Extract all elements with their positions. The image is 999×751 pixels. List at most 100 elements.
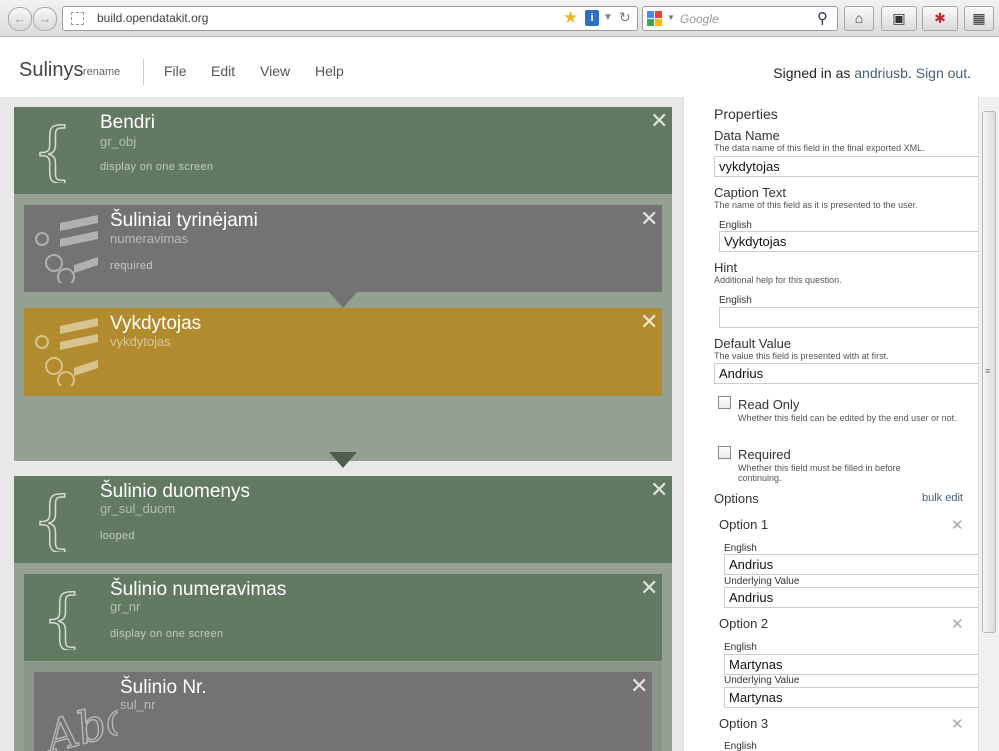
option-label: Option 3 bbox=[719, 716, 769, 731]
properties-heading: Properties bbox=[714, 106, 778, 122]
delete-icon[interactable]: ✕ bbox=[630, 675, 648, 697]
search-engine-dropdown-icon[interactable]: ▼ bbox=[667, 13, 675, 22]
username-link[interactable]: andriusb bbox=[854, 65, 908, 81]
info-icon[interactable]: i bbox=[585, 10, 599, 26]
address-bar[interactable]: build.opendatakit.org ★ i ▼ ↻ bbox=[62, 6, 638, 31]
option-value-field[interactable]: Martynas bbox=[724, 687, 978, 708]
options-label: Options bbox=[714, 491, 759, 506]
punctuation: . bbox=[907, 65, 912, 81]
card-data-name: gr_nr bbox=[110, 599, 141, 614]
caption-label: Caption Text bbox=[714, 185, 787, 200]
delete-icon[interactable]: ✕ bbox=[650, 479, 668, 501]
card-title: Bendri bbox=[100, 112, 155, 133]
browser-toolbar: ← → build.opendatakit.org ★ i ▼ ↻ ▼ Goog… bbox=[0, 0, 999, 37]
form-card[interactable]: { } Bendri gr_obj display on one screen … bbox=[14, 107, 672, 194]
form-card[interactable]: Šuliniai tyrinėjami numeravimas required… bbox=[24, 205, 662, 292]
option-value-field[interactable]: Andrius bbox=[724, 587, 978, 608]
punctuation: . bbox=[967, 65, 971, 81]
home-icon[interactable]: ⌂ bbox=[844, 6, 874, 31]
card-meta: display on one screen bbox=[100, 161, 214, 173]
card-title: Šuliniai tyrinėjami bbox=[110, 210, 258, 231]
svg-text:{ }: { } bbox=[32, 119, 90, 183]
delete-icon[interactable]: ✕ bbox=[640, 577, 658, 599]
required-checkbox[interactable] bbox=[718, 446, 731, 459]
chevron-down-icon[interactable]: ▼ bbox=[603, 12, 613, 23]
bulk-edit-link[interactable]: bulk edit bbox=[922, 492, 963, 504]
reload-icon[interactable]: ↻ bbox=[619, 9, 631, 26]
underlying-value-label: Underlying Value bbox=[724, 675, 800, 686]
svg-text:Abc: Abc bbox=[42, 692, 118, 751]
data-name-desc: The data name of this field in the final… bbox=[714, 143, 925, 153]
card-title: Vykdytojas bbox=[110, 313, 202, 334]
group-braces-icon: { } bbox=[31, 119, 90, 183]
form-card[interactable]: { } Šulinio duomenys gr_sul_duom looped … bbox=[14, 476, 672, 563]
menu-file[interactable]: File bbox=[164, 63, 187, 79]
workspace-scrollbar[interactable]: ≡ bbox=[683, 97, 684, 751]
delete-icon[interactable]: ✕ bbox=[650, 110, 668, 132]
search-icon[interactable]: ⚲ bbox=[817, 9, 828, 27]
option-label: Option 2 bbox=[719, 616, 769, 631]
remove-option-icon[interactable]: ✕ bbox=[951, 715, 964, 733]
hint-label: Hint bbox=[714, 260, 738, 275]
menu-icon[interactable]: ▦ bbox=[964, 6, 994, 31]
scrollbar-thumb[interactable]: ≡ bbox=[982, 111, 996, 633]
form-card[interactable]: { } Šulinio numeravimas gr_nr display on… bbox=[24, 574, 662, 661]
forward-button[interactable]: → bbox=[33, 7, 57, 31]
option-lang: English bbox=[724, 642, 757, 653]
form-workspace: { } Bendri gr_obj display on one screen … bbox=[0, 97, 684, 751]
default-value-desc: The value this field is presented with a… bbox=[714, 351, 889, 361]
addon-icon[interactable]: ✱ bbox=[922, 6, 958, 31]
read-only-checkbox[interactable] bbox=[718, 396, 731, 409]
signed-in-prefix: Signed in as bbox=[773, 65, 851, 81]
group-braces-icon: { } bbox=[31, 488, 90, 552]
menu-help[interactable]: Help bbox=[315, 63, 344, 79]
card-data-name: numeravimas bbox=[110, 231, 189, 246]
drop-indicator bbox=[329, 292, 357, 308]
read-only-desc: Whether this field can be edited by the … bbox=[738, 413, 957, 423]
default-value-label: Default Value bbox=[714, 336, 792, 351]
card-meta: display on one screen bbox=[110, 628, 224, 640]
menu-view[interactable]: View bbox=[260, 63, 290, 79]
search-bar[interactable]: ▼ Google ⚲ bbox=[642, 6, 838, 31]
sign-out-link[interactable]: Sign out bbox=[916, 65, 967, 81]
card-title: Šulinio numeravimas bbox=[110, 579, 287, 600]
account-status: Signed in as andriusb. Sign out. bbox=[773, 65, 971, 81]
caption-lang: English bbox=[719, 220, 752, 231]
caption-desc: The name of this field as it is presente… bbox=[714, 200, 918, 210]
select-question-icon bbox=[35, 215, 98, 283]
required-desc: Whether this field must be filled in bef… bbox=[738, 463, 901, 483]
rename-link[interactable]: rename bbox=[83, 66, 120, 78]
card-data-name: sul_nr bbox=[120, 697, 156, 712]
delete-icon[interactable]: ✕ bbox=[640, 208, 658, 230]
remove-option-icon[interactable]: ✕ bbox=[951, 516, 964, 534]
google-icon[interactable] bbox=[647, 11, 663, 26]
form-card[interactable]: Abc Šulinio Nr. sul_nr ✕ bbox=[34, 672, 652, 751]
properties-scrollbar[interactable]: ≡ bbox=[978, 97, 999, 751]
bookmark-star-icon[interactable]: ★ bbox=[563, 8, 578, 28]
delete-icon[interactable]: ✕ bbox=[640, 311, 658, 333]
hint-field[interactable] bbox=[719, 307, 978, 328]
header-divider bbox=[143, 59, 144, 85]
caption-field[interactable]: Vykdytojas bbox=[719, 231, 978, 252]
svg-text:{ }: { } bbox=[32, 488, 90, 552]
option-text-field[interactable]: Andrius bbox=[724, 554, 978, 575]
card-title: Šulinio Nr. bbox=[120, 677, 207, 698]
option-text-field[interactable]: Martynas bbox=[724, 654, 978, 675]
url-text: build.opendatakit.org bbox=[97, 11, 209, 25]
underlying-value-label: Underlying Value bbox=[724, 576, 800, 587]
drop-indicator bbox=[329, 452, 357, 468]
remove-option-icon[interactable]: ✕ bbox=[951, 615, 964, 633]
option-lang: English bbox=[724, 543, 757, 554]
page-icon bbox=[71, 12, 84, 25]
required-label: Required bbox=[738, 447, 791, 462]
back-button[interactable]: ← bbox=[8, 7, 32, 31]
screenshot-icon[interactable]: ▣ bbox=[881, 6, 917, 31]
hint-lang: English bbox=[719, 295, 752, 306]
menu-edit[interactable]: Edit bbox=[211, 63, 235, 79]
data-name-field[interactable]: vykdytojas bbox=[714, 156, 978, 177]
form-card-selected[interactable]: Vykdytojas vykdytojas ✕ bbox=[24, 308, 662, 396]
group-braces-icon: { } bbox=[41, 586, 100, 650]
default-value-field[interactable]: Andrius bbox=[714, 363, 978, 384]
app-header: Sulinys rename File Edit View Help Signe… bbox=[0, 37, 999, 97]
select-question-icon bbox=[35, 318, 98, 386]
